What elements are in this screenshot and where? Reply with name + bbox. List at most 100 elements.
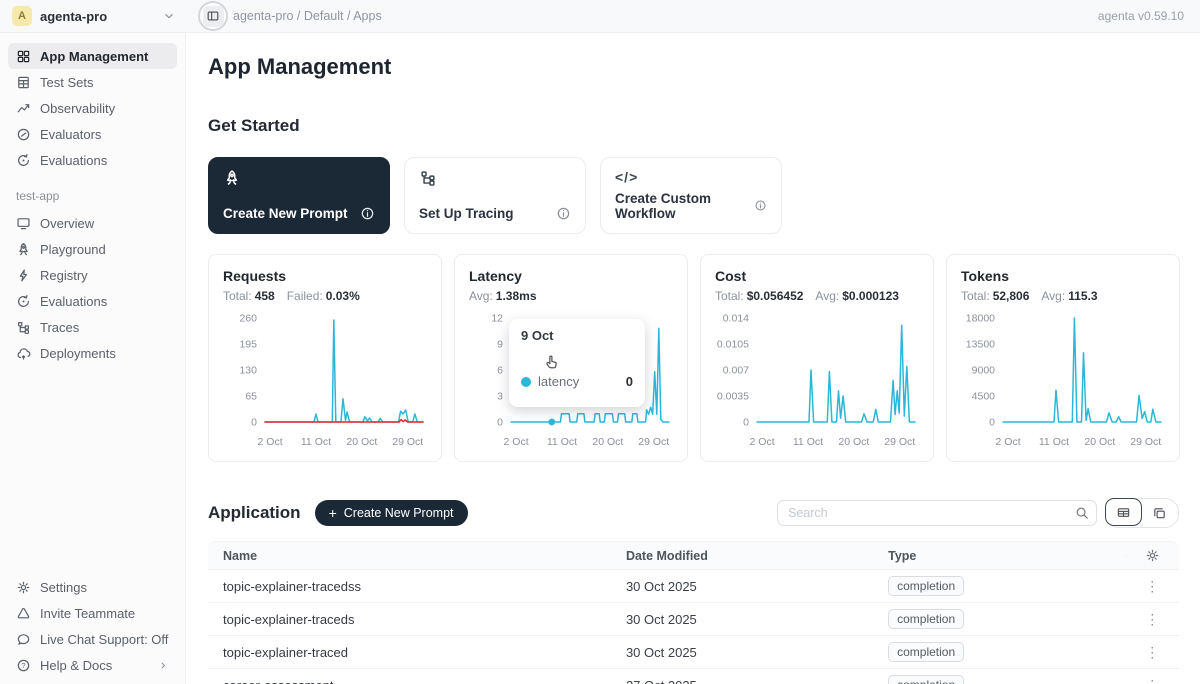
- stat-total: Total:52,806: [961, 289, 1029, 303]
- sidebar-item-test-sets[interactable]: Test Sets: [8, 69, 177, 95]
- svg-text:29 Oct: 29 Oct: [884, 436, 915, 448]
- stat-avg: Avg:115.3: [1041, 289, 1097, 303]
- sidebar-item-evaluators[interactable]: Evaluators: [8, 121, 177, 147]
- workspace-selector[interactable]: A agenta-pro: [0, 6, 186, 26]
- card-view-button[interactable]: [1141, 499, 1178, 527]
- card-label: Set Up Tracing: [419, 206, 514, 221]
- column-header-date-modified[interactable]: Date Modified: [611, 549, 873, 563]
- get-started-card-create-new-prompt[interactable]: Create New Prompt: [208, 157, 390, 234]
- metric-card-latency: LatencyAvg:1.38ms0369122 Oct11 Oct20 Oct…: [454, 254, 688, 462]
- sidebar-toggle-button[interactable]: [203, 6, 224, 27]
- column-header-name[interactable]: Name: [208, 549, 611, 563]
- sidebar-item-app-management[interactable]: App Management: [8, 43, 177, 69]
- workspace-avatar: A: [12, 6, 32, 26]
- tooltip-series-label: latency: [538, 374, 579, 389]
- sidebar-item-help-docs[interactable]: ?Help & Docs: [8, 652, 177, 678]
- version-label: agenta v0.59.10: [1098, 9, 1184, 23]
- svg-text:12: 12: [491, 313, 503, 325]
- get-started-card-set-up-tracing[interactable]: Set Up Tracing: [404, 157, 586, 234]
- svg-text:195: 195: [239, 339, 257, 351]
- stat-avg: Avg:$0.000123: [815, 289, 899, 303]
- get-started-title: Get Started: [208, 116, 1179, 136]
- sidebar-app-item-overview[interactable]: Overview: [8, 210, 177, 236]
- sidebar-item-settings[interactable]: Settings: [8, 574, 177, 600]
- type-cell: completion: [873, 642, 1125, 662]
- table-view-button[interactable]: [1105, 498, 1142, 526]
- sidebar-app-item-registry[interactable]: Registry: [8, 262, 177, 288]
- svg-text:29 Oct: 29 Oct: [638, 436, 669, 448]
- stat-avg: Avg:1.38ms: [469, 289, 537, 303]
- sidebar-bottom-nav: SettingsInvite TeammateLive Chat Support…: [8, 574, 177, 678]
- click-highlight-ring: [198, 1, 228, 31]
- sidebar-app-item-deployments[interactable]: Deployments: [8, 340, 177, 366]
- gear-icon: [16, 580, 31, 595]
- row-menu-button[interactable]: ⋮: [1126, 677, 1179, 684]
- svg-text:20 Oct: 20 Oct: [592, 436, 623, 448]
- type-badge: completion: [888, 675, 964, 684]
- svg-text:11 Oct: 11 Oct: [301, 436, 331, 448]
- series-tokens: [1003, 318, 1161, 422]
- date-modified-cell: 30 Oct 2025: [611, 612, 873, 627]
- sidebar-item-label: Evaluations: [40, 153, 107, 168]
- sidebar: App ManagementTest SetsObservabilityEval…: [0, 33, 186, 684]
- search-input[interactable]: [778, 506, 1068, 520]
- type-badge: completion: [888, 642, 964, 662]
- info-icon[interactable]: [556, 206, 571, 221]
- sidebar-item-evaluations[interactable]: Evaluations: [8, 147, 177, 173]
- svg-text:4500: 4500: [972, 391, 996, 403]
- metric-title: Latency: [469, 268, 673, 284]
- svg-text:65: 65: [245, 391, 257, 403]
- series-cost: [757, 325, 915, 422]
- table-row[interactable]: topic-explainer-tracedss30 Oct 2025compl…: [208, 570, 1179, 603]
- info-icon[interactable]: [754, 199, 767, 214]
- date-modified-cell: 27 Oct 2025: [611, 678, 873, 684]
- sidebar-app-item-traces[interactable]: Traces: [8, 314, 177, 340]
- column-settings: [1126, 548, 1179, 563]
- table-row[interactable]: topic-explainer-traced30 Oct 2025complet…: [208, 636, 1179, 669]
- svg-text:9: 9: [497, 339, 503, 351]
- workspace-name: agenta-pro: [40, 9, 154, 24]
- sidebar-app-item-playground[interactable]: Playground: [8, 236, 177, 262]
- search-button[interactable]: [1068, 501, 1096, 525]
- breadcrumb[interactable]: agenta-pro / Default / Apps: [233, 9, 382, 23]
- trend-icon: [16, 101, 31, 116]
- sidebar-item-label: App Management: [40, 49, 148, 64]
- sidebar-app-item-evaluations[interactable]: Evaluations: [8, 288, 177, 314]
- table-body: topic-explainer-tracedss30 Oct 2025compl…: [208, 570, 1179, 684]
- row-menu-button[interactable]: ⋮: [1126, 644, 1179, 661]
- app-name-cell: topic-explainer-tracedss: [208, 579, 611, 594]
- svg-text:3: 3: [497, 391, 503, 403]
- table-row[interactable]: career-assessment27 Oct 2025completion⋮: [208, 669, 1179, 684]
- info-icon: [556, 206, 571, 221]
- svg-text:29 Oct: 29 Oct: [1130, 436, 1161, 448]
- monitor-icon: [16, 216, 31, 231]
- sidebar-section-label: test-app: [16, 189, 169, 203]
- svg-text:9000: 9000: [972, 365, 996, 377]
- sidebar-item-live-chat-support-off[interactable]: Live Chat Support: Off: [8, 626, 177, 652]
- cloud-icon: [16, 346, 31, 361]
- sidebar-item-label: Evaluations: [40, 294, 107, 309]
- sidebar-item-invite-teammate[interactable]: Invite Teammate: [8, 600, 177, 626]
- table-view-icon: [1116, 505, 1131, 520]
- svg-text:2 Oct: 2 Oct: [258, 436, 283, 448]
- info-icon[interactable]: [360, 206, 375, 221]
- create-new-prompt-button[interactable]: + Create New Prompt: [315, 500, 468, 526]
- date-modified-cell: 30 Oct 2025: [611, 579, 873, 594]
- table-row[interactable]: topic-explainer-traceds30 Oct 2025comple…: [208, 603, 1179, 636]
- get-started-card-create-custom-workflow[interactable]: </>Create Custom Workflow: [600, 157, 782, 234]
- rocket-icon: [223, 169, 241, 187]
- sidebar-item-label: Traces: [40, 320, 79, 335]
- sidebar-item-observability[interactable]: Observability: [8, 95, 177, 121]
- svg-text:0.007: 0.007: [723, 365, 749, 377]
- column-header-type[interactable]: Type: [873, 549, 1125, 563]
- search-icon: [1075, 506, 1089, 520]
- svg-text:0: 0: [743, 417, 749, 429]
- gear-icon[interactable]: [1145, 548, 1160, 563]
- svg-text:?: ?: [21, 661, 25, 670]
- get-started-cards: Create New Prompt Set Up Tracing </>Create…: [208, 157, 1179, 234]
- card-view-icon: [1152, 506, 1167, 521]
- row-menu-button[interactable]: ⋮: [1126, 578, 1179, 595]
- row-menu-button[interactable]: ⋮: [1126, 611, 1179, 628]
- table-controls: [777, 498, 1179, 528]
- series-dot: [521, 377, 531, 387]
